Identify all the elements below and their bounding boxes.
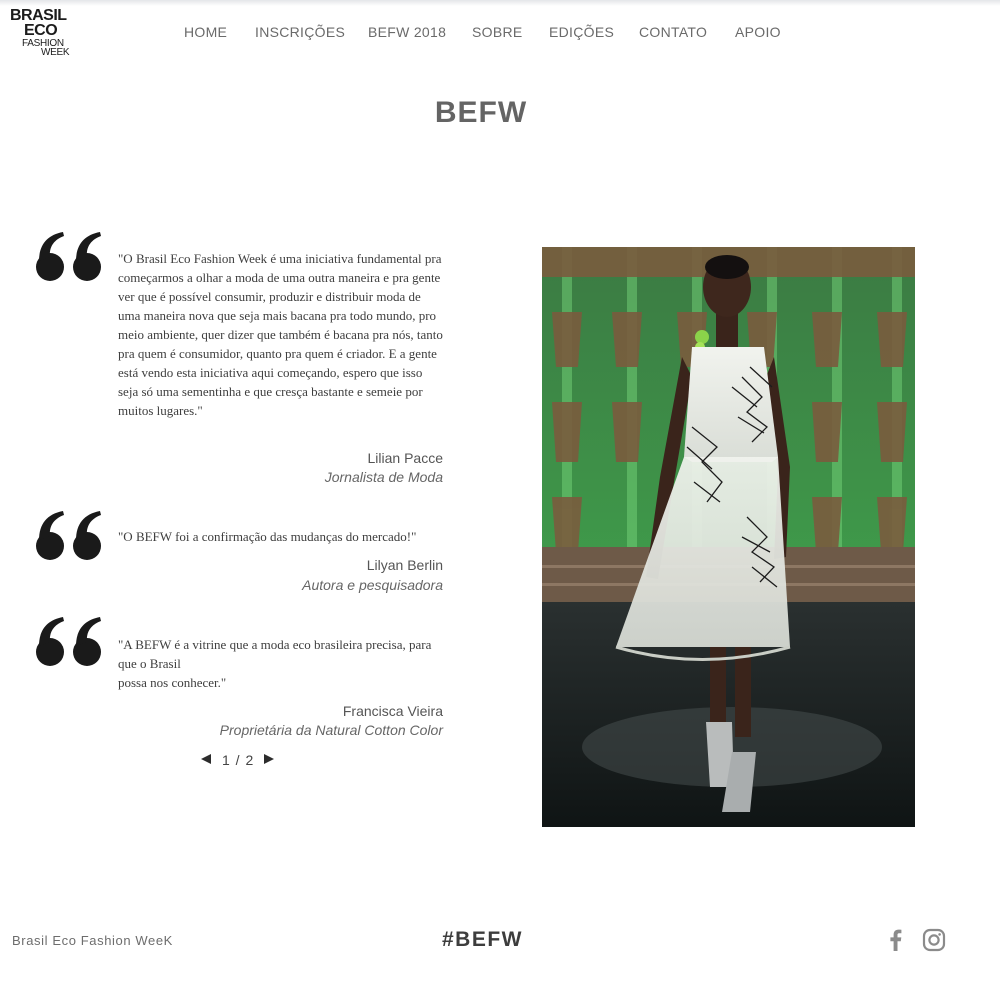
previous-arrow-icon[interactable] [201, 754, 211, 764]
testimonial-quote: "O Brasil Eco Fashion Week é uma iniciat… [118, 251, 443, 418]
quote-icon [36, 232, 101, 281]
logo-line-2: ECO [24, 22, 58, 39]
quote-icon [36, 617, 101, 666]
testimonial-role: Proprietária da Natural Cotton Color [219, 722, 443, 738]
testimonial-pager: 1 / 2 [198, 752, 278, 770]
nav-befw-2018[interactable]: BEFW 2018 [368, 24, 446, 40]
nav-apoio[interactable]: APOIO [735, 24, 781, 40]
instagram-icon[interactable] [922, 928, 946, 952]
nav-sobre[interactable]: SOBRE [472, 24, 523, 40]
quote-icon [36, 511, 101, 560]
next-arrow-icon[interactable] [264, 754, 274, 764]
testimonial-author: Francisca Vieira [342, 703, 443, 719]
testimonial-quote: "A BEFW é a vitrine que a moda eco brasi… [118, 637, 432, 690]
nav-edicoes[interactable]: EDIÇÕES [549, 24, 614, 40]
testimonial-quote: "O BEFW foi a confirmação das mudanças d… [118, 529, 417, 544]
nav-contato[interactable]: CONTATO [639, 24, 707, 40]
page-title: BEFW [434, 96, 528, 129]
testimonial-author: Lilian Pacce [367, 450, 444, 466]
brand-logo[interactable]: BRASIL ECO FASHION WEEK [9, 8, 77, 60]
footer-hashtag: #BEFW [442, 928, 523, 951]
footer-brand: Brasil Eco Fashion WeeK [12, 933, 173, 948]
testimonial-role: Jornalista de Moda [324, 469, 443, 485]
testimonial-role: Autora e pesquisadora [302, 577, 443, 593]
nav-inscricoes[interactable]: INSCRIÇÕES [255, 24, 345, 40]
nav-home[interactable]: HOME [184, 24, 227, 40]
facebook-icon[interactable] [884, 928, 908, 952]
top-shadow [0, 0, 1000, 6]
runway-photo [542, 247, 915, 827]
testimonial-author: Lilyan Berlin [366, 557, 443, 573]
pager-count: 1 / 2 [222, 752, 255, 768]
logo-line-4: WEEK [41, 47, 70, 58]
